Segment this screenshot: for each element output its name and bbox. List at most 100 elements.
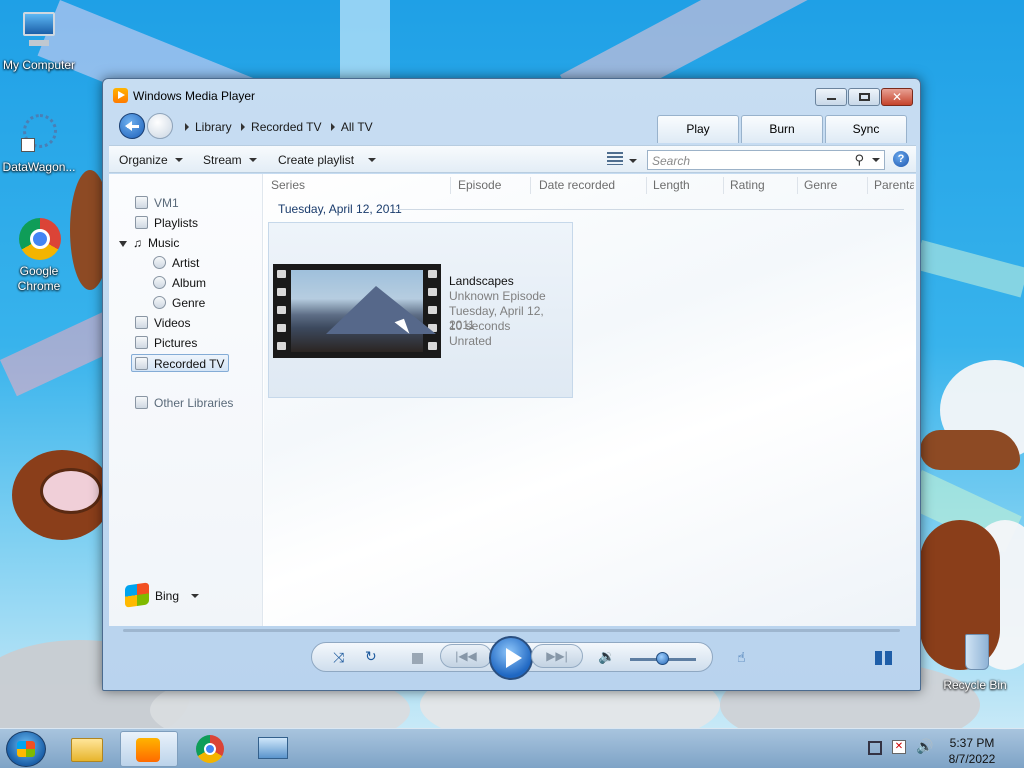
nav-item-label: Videos [154, 316, 191, 330]
recorded-tv-item[interactable]: Landscapes Unknown Episode Tuesday, Apri… [268, 222, 573, 398]
item-title: Landscapes [449, 274, 514, 288]
stop-icon[interactable] [412, 653, 423, 664]
other-libraries-icon [135, 396, 148, 409]
breadcrumb-recorded-tv[interactable]: Recorded TV [251, 120, 321, 134]
nav-item-pictures[interactable]: Pictures [135, 334, 197, 352]
tab-sync[interactable]: Sync [825, 115, 907, 143]
nav-item-vm1[interactable]: VM1 [135, 194, 179, 212]
light-ray [914, 240, 1024, 298]
nav-item-label: Playlists [154, 216, 199, 230]
nav-item-other-libraries[interactable]: Other Libraries [135, 394, 233, 412]
nav-item-recorded-tv[interactable]: Recorded TV [131, 354, 230, 372]
breadcrumb-library[interactable]: Library [195, 120, 232, 134]
nav-item-label: Pictures [154, 336, 198, 350]
volume-icon[interactable]: 🔉 [598, 648, 615, 664]
desktop-icon-my-computer[interactable]: My Computer [0, 10, 78, 72]
library-icon [135, 196, 148, 209]
breadcrumb-all-tv[interactable]: All TV [341, 120, 373, 134]
forward-button[interactable] [147, 113, 173, 139]
chevron-down-icon [368, 158, 377, 162]
next-icon[interactable]: ▶▶| [531, 644, 583, 668]
nav-item-album[interactable]: Album [153, 274, 206, 292]
column-header-date-recorded[interactable]: Date recorded [539, 178, 615, 192]
nav-item-genre[interactable]: Genre [153, 294, 205, 312]
film-hole [428, 270, 437, 278]
light-ray [340, 0, 390, 80]
minimize-button[interactable] [815, 88, 847, 106]
network-icon[interactable] [868, 741, 882, 755]
nav-item-playlists[interactable]: Playlists [135, 214, 198, 232]
taskbar-chrome[interactable] [182, 731, 240, 767]
landscape-picture [291, 270, 436, 352]
column-separator [723, 177, 724, 194]
stream-menu[interactable]: Stream [203, 153, 257, 167]
minimize-icon [827, 98, 836, 100]
desktop-icon-datawagon[interactable]: DataWagon... [0, 112, 78, 174]
tab-burn[interactable]: Burn [741, 115, 823, 143]
column-header-parental[interactable]: Parenta [874, 178, 914, 192]
play-button[interactable] [489, 636, 533, 680]
film-hole [277, 324, 286, 332]
breadcrumb-separator-icon [185, 123, 189, 131]
maximize-button[interactable] [848, 88, 880, 106]
chevron-down-icon [174, 158, 183, 162]
desktop-icon-google-chrome[interactable]: Google Chrome [0, 216, 78, 294]
shuffle-icon[interactable]: ⤨ [333, 649, 344, 665]
taskbar: ✕ 🔊 5:37 PM 8/7/2022 [0, 728, 1024, 768]
library-pane: VM1 Playlists ♫ Music Artist Album Genre … [109, 174, 916, 626]
desktop-icon-label: My Computer [2, 58, 76, 72]
picture-icon [135, 336, 148, 349]
previous-icon[interactable]: |◀◀ [440, 644, 492, 668]
chrome-icon [17, 216, 61, 260]
nav-item-label: Album [172, 276, 207, 290]
now-playing-icon[interactable]: ☝ [737, 649, 746, 665]
nav-item-label: Music [148, 236, 180, 250]
tab-play[interactable]: Play [657, 115, 739, 143]
desktop-icon-recycle-bin[interactable]: Recycle Bin [936, 630, 1014, 692]
chevron-down-icon [629, 159, 637, 163]
action-center-flag-icon[interactable]: ✕ [892, 740, 906, 754]
nav-item-music[interactable]: ♫ Music [119, 234, 179, 252]
film-hole [277, 270, 286, 278]
column-header-rating[interactable]: Rating [730, 178, 765, 192]
search-icon[interactable]: ⚲ [854, 152, 864, 168]
close-button[interactable]: ✕ [881, 88, 913, 106]
group-header-date[interactable]: Tuesday, April 12, 2011 [278, 202, 402, 216]
chevron-down-icon[interactable] [872, 158, 880, 162]
column-header-series[interactable]: Series [271, 178, 305, 192]
create-playlist-menu[interactable]: Create playlist [278, 153, 377, 167]
view-options-button[interactable] [607, 152, 637, 168]
title-bar[interactable]: Windows Media Player ✕ [103, 79, 920, 109]
bing-search-selector[interactable]: Bing [125, 582, 200, 608]
switch-to-now-playing-icon[interactable] [875, 651, 893, 665]
back-button[interactable] [119, 113, 145, 139]
start-button[interactable] [6, 731, 46, 767]
media-player-window[interactable]: Windows Media Player ✕ Library Recorded … [102, 78, 921, 691]
column-header-length[interactable]: Length [653, 178, 690, 192]
taskbar-clock[interactable]: 5:37 PM 8/7/2022 [930, 735, 1014, 767]
help-icon[interactable]: ? [893, 151, 909, 167]
playlist-icon [135, 216, 148, 229]
collapse-arrow-icon[interactable] [119, 241, 127, 247]
volume-slider-knob[interactable] [656, 652, 669, 665]
taskbar-remote-desktop[interactable] [244, 731, 302, 767]
search-placeholder: Search [652, 154, 691, 168]
column-separator [867, 177, 868, 194]
nav-item-artist[interactable]: Artist [153, 254, 199, 272]
column-header-genre[interactable]: Genre [804, 178, 837, 192]
taskbar-explorer[interactable] [58, 731, 116, 767]
organize-menu[interactable]: Organize [119, 153, 183, 167]
seek-bar[interactable] [123, 629, 900, 632]
search-input[interactable]: Search ⚲ [647, 150, 885, 170]
column-header-episode[interactable]: Episode [458, 178, 501, 192]
taskbar-media-player[interactable] [120, 731, 178, 767]
repeat-icon[interactable]: ↻ [365, 648, 377, 664]
media-player-icon [113, 88, 128, 103]
nav-item-videos[interactable]: Videos [135, 314, 190, 332]
chrome-center [204, 743, 216, 755]
clock-date: 8/7/2022 [948, 752, 996, 766]
window-title: Windows Media Player [133, 89, 256, 103]
film-hole [428, 342, 437, 350]
content-area: Series Episode Date recorded Length Rati… [264, 174, 916, 626]
recycle-bin-icon [953, 630, 997, 674]
